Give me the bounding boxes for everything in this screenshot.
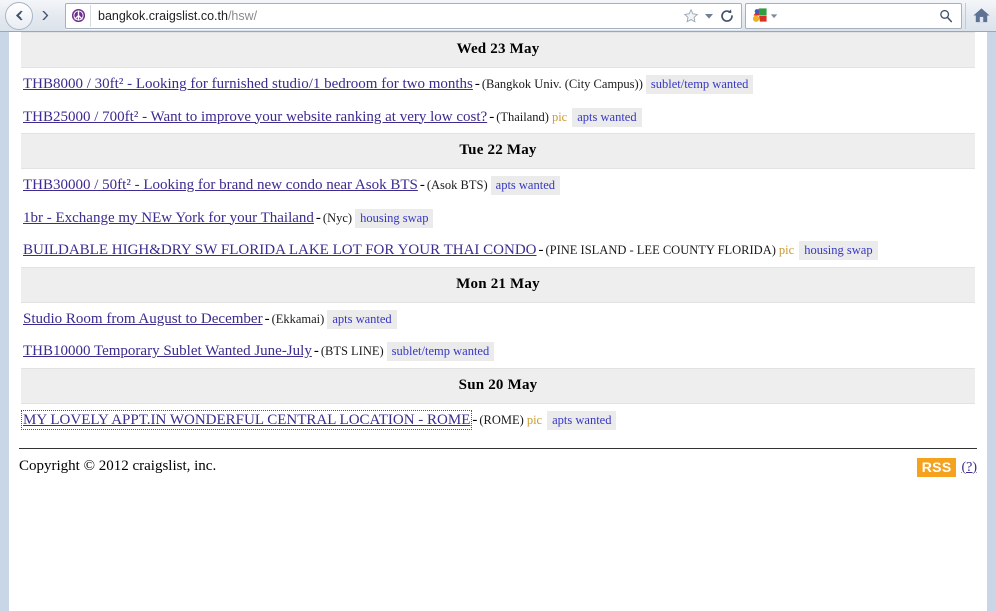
listing-title-link[interactable]: THB8000 / 30ft² - Looking for furnished …	[23, 76, 473, 92]
back-button[interactable]	[5, 1, 33, 30]
address-bar-actions	[679, 8, 741, 24]
listing-category-tag[interactable]: apts wanted	[327, 309, 397, 329]
listing-neighborhood: (ROME)	[479, 412, 524, 427]
listing-title-link[interactable]: MY LOVELY APPT.IN WONDERFUL CENTRAL LOCA…	[20, 409, 473, 430]
listing-neighborhood: (Thailand)	[496, 109, 549, 124]
listing-pic-flag: pic	[551, 109, 568, 124]
rss-badge[interactable]: RSS	[916, 458, 957, 478]
navigation-buttons	[5, 1, 59, 30]
date-header: Sun 20 May	[21, 367, 975, 404]
listing-group: Studio Room from August to December - (Ekk…	[13, 303, 983, 368]
listing-separator: -	[264, 310, 270, 327]
listing-separator: -	[419, 177, 425, 193]
listing-neighborhood: (BTS LINE)	[320, 344, 384, 358]
url-host: bangkok.craigslist.co.th	[98, 8, 228, 23]
rss-help-link[interactable]: (?)	[961, 460, 977, 476]
listing-category-tag[interactable]: apts wanted	[547, 410, 617, 430]
back-arrow-icon	[15, 10, 23, 21]
listing-separator: -	[474, 76, 480, 92]
listings-container: Wed 23 May THB8000 / 30ft² - Looking for …	[9, 32, 987, 436]
search-input[interactable]	[778, 8, 938, 23]
listing-separator: -	[315, 209, 321, 226]
search-bar[interactable]	[745, 2, 962, 29]
listing-row: Studio Room from August to December - (Ekk…	[13, 303, 983, 336]
listing-category-tag[interactable]: housing swap	[799, 241, 878, 260]
listing-row: THB30000 / 50ft² - Looking for brand new…	[13, 169, 983, 202]
listing-category-tag[interactable]: apts wanted	[572, 107, 642, 127]
star-icon[interactable]	[683, 8, 699, 24]
date-header: Mon 21 May	[21, 266, 975, 303]
listing-pic-flag: pic	[778, 243, 795, 257]
listing-separator: -	[313, 343, 319, 359]
craigslist-peace-favicon	[71, 8, 85, 23]
listing-title-link[interactable]: THB30000 / 50ft² - Looking for brand new…	[23, 177, 418, 193]
date-header: Tue 22 May	[21, 133, 975, 169]
url-text[interactable]: bangkok.craigslist.co.th/hsw/	[91, 9, 679, 23]
listing-group: THB30000 / 50ft² - Looking for brand new…	[13, 169, 983, 267]
listing-row: 1br - Exchange my NEw York for your Thai…	[13, 202, 983, 235]
listing-group: THB8000 / 30ft² - Looking for furnished …	[13, 68, 983, 133]
listing-row: THB10000 Temporary Sublet Wanted June-Ju…	[13, 335, 983, 368]
chevron-down-icon[interactable]	[770, 12, 778, 20]
listing-neighborhood: (Bangkok Univ. (City Campus))	[481, 77, 643, 91]
copyright-text: Copyright © 2012 craigslist, inc.	[19, 458, 217, 474]
google-icon	[752, 8, 767, 22]
listing-row: BUILDABLE HIGH&DRY SW FLORIDA LAKE LOT F…	[13, 234, 983, 267]
forward-button[interactable]	[31, 2, 59, 30]
site-favicon	[66, 4, 91, 27]
listing-category-tag[interactable]: sublet/temp wanted	[645, 75, 754, 94]
listing-title-link[interactable]: THB10000 Temporary Sublet Wanted June-Ju…	[23, 343, 312, 359]
home-icon	[972, 8, 990, 23]
listing-row: MY LOVELY APPT.IN WONDERFUL CENTRAL LOCA…	[13, 404, 983, 437]
listing-separator: -	[489, 108, 495, 125]
listing-row: THB25000 / 700ft² - Want to improve your…	[13, 101, 983, 134]
listing-pic-flag: pic	[526, 412, 543, 427]
reload-icon[interactable]	[719, 8, 735, 24]
magnifier-icon[interactable]	[938, 8, 961, 24]
listing-neighborhood: (Asok BTS)	[426, 178, 488, 192]
page-footer: Copyright © 2012 craigslist, inc. RSS (?…	[9, 449, 987, 478]
listing-neighborhood: (Nyc)	[322, 210, 353, 225]
url-path: /hsw/	[227, 8, 258, 23]
listing-neighborhood: (Ekkamai)	[271, 311, 325, 326]
listing-row: THB8000 / 30ft² - Looking for furnished …	[13, 68, 983, 101]
search-engine-selector[interactable]	[746, 7, 778, 24]
listing-title-link[interactable]: Studio Room from August to December	[23, 311, 263, 327]
footer-right: RSS (?)	[916, 458, 977, 478]
listing-category-tag[interactable]: apts wanted	[490, 176, 560, 195]
chevron-down-icon[interactable]	[704, 11, 714, 21]
browser-toolbar: bangkok.craigslist.co.th/hsw/	[0, 0, 996, 32]
browser-viewport: Wed 23 May THB8000 / 30ft² - Looking for …	[0, 32, 996, 611]
listing-title-link[interactable]: 1br - Exchange my NEw York for your Thai…	[23, 210, 314, 226]
date-header: Wed 23 May	[21, 32, 975, 68]
address-bar[interactable]: bangkok.craigslist.co.th/hsw/	[65, 2, 742, 29]
listing-title-link[interactable]: BUILDABLE HIGH&DRY SW FLORIDA LAKE LOT F…	[23, 242, 536, 258]
listing-neighborhood: (PINE ISLAND - LEE COUNTY FLORIDA)	[545, 243, 776, 257]
listing-category-tag[interactable]: sublet/temp wanted	[386, 342, 495, 361]
listing-title-link[interactable]: THB25000 / 700ft² - Want to improve your…	[23, 109, 487, 125]
home-button[interactable]	[965, 2, 996, 29]
listing-category-tag[interactable]: housing swap	[355, 208, 434, 228]
listing-group: MY LOVELY APPT.IN WONDERFUL CENTRAL LOCA…	[13, 404, 983, 437]
craigslist-page: Wed 23 May THB8000 / 30ft² - Looking for …	[9, 32, 987, 611]
forward-arrow-icon	[41, 11, 48, 20]
